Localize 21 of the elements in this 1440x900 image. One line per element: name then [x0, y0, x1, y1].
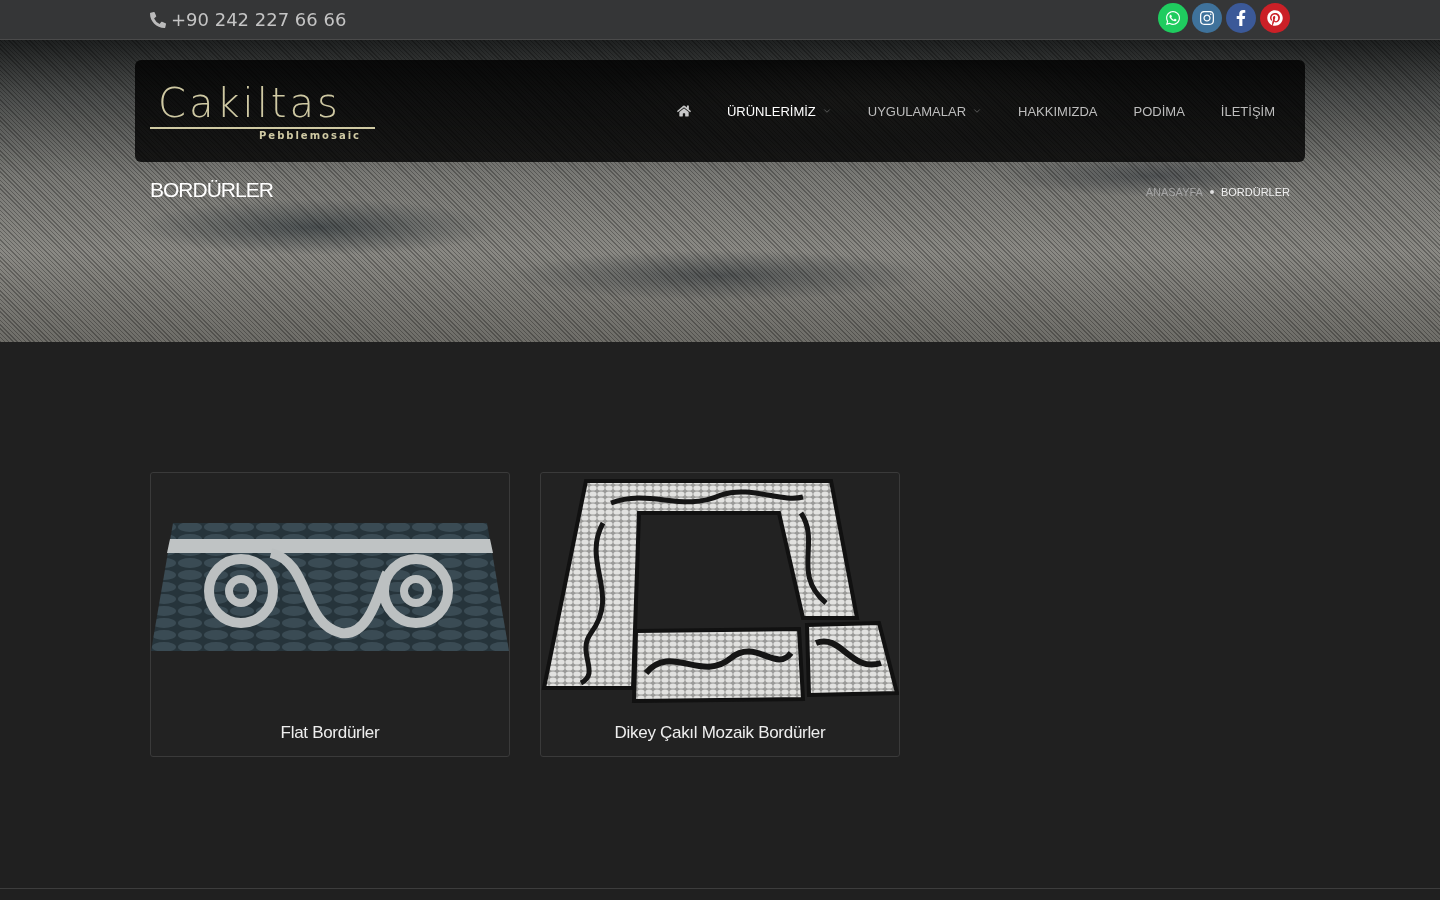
product-title: Dikey Çakıl Mozaik Bordürler [614, 723, 826, 743]
instagram-icon[interactable] [1192, 2, 1222, 33]
phone-number: +90 242 227 66 66 [171, 9, 347, 30]
product-card[interactable]: Flat Bordürler [150, 472, 510, 757]
nav-link[interactable]: ÜRÜNLERİMİZ [726, 103, 832, 119]
separator-dot-icon [1209, 190, 1214, 194]
nav-link[interactable]: PODİMA [1133, 103, 1185, 119]
breadcrumb-current: BORDÜRLER [1220, 186, 1290, 198]
page-title: BORDÜRLER [150, 178, 273, 202]
logo-text[interactable]: Cakiltas [158, 80, 341, 125]
whatsapp-icon[interactable] [1158, 2, 1188, 33]
product-title: Flat Bordürler [280, 723, 380, 743]
nav-link[interactable]: İLETİŞİM [1220, 103, 1275, 119]
nav-link[interactable]: HAKKIMIZDA [1018, 103, 1098, 119]
phone-icon [150, 11, 166, 28]
nav-link[interactable]: UYGULAMALAR [867, 103, 983, 119]
home-icon[interactable] [676, 104, 691, 118]
product-card[interactable]: Dikey Çakıl Mozaik Bordürler [540, 472, 900, 757]
facebook-icon[interactable] [1226, 2, 1256, 33]
logo-tagline: Pebblemosaic [259, 128, 361, 142]
pinterest-icon[interactable] [1260, 2, 1290, 33]
